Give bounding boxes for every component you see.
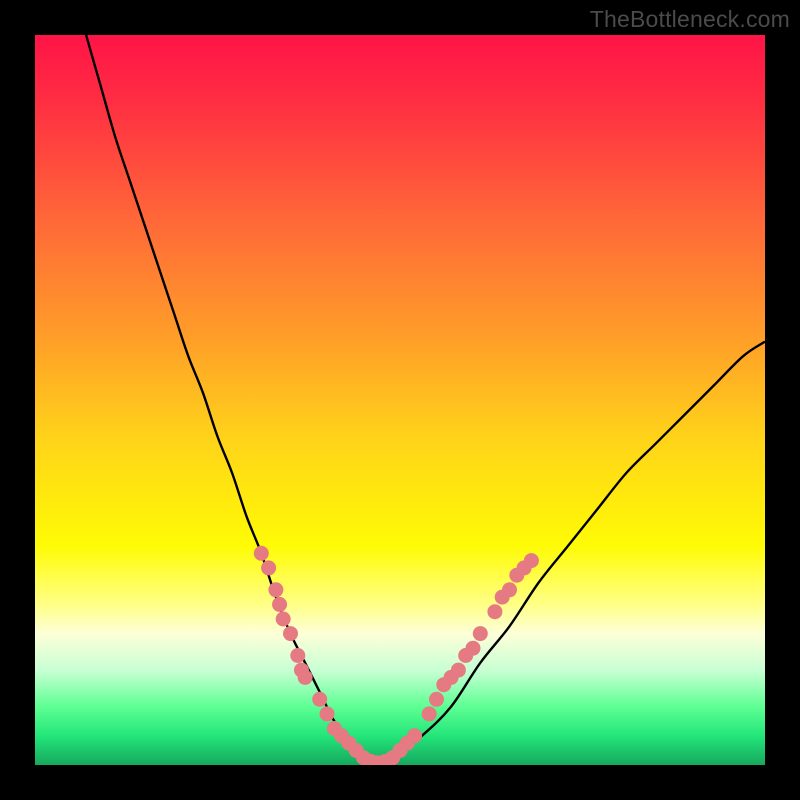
data-marker bbox=[429, 692, 444, 707]
plot-area bbox=[35, 35, 765, 765]
data-marker bbox=[283, 626, 298, 641]
bottleneck-curve bbox=[86, 35, 765, 765]
marker-group bbox=[254, 546, 539, 765]
data-marker bbox=[261, 560, 276, 575]
data-marker bbox=[254, 546, 269, 561]
data-marker bbox=[487, 604, 502, 619]
watermark-text: TheBottleneck.com bbox=[590, 6, 790, 33]
data-marker bbox=[312, 692, 327, 707]
data-marker bbox=[298, 670, 313, 685]
curve-line bbox=[86, 35, 765, 765]
data-marker bbox=[407, 728, 422, 743]
data-marker bbox=[466, 641, 481, 656]
data-marker bbox=[268, 582, 283, 597]
data-marker bbox=[502, 582, 517, 597]
data-marker bbox=[290, 648, 305, 663]
data-marker bbox=[473, 626, 488, 641]
chart-svg bbox=[35, 35, 765, 765]
chart-frame: TheBottleneck.com bbox=[0, 0, 800, 800]
data-marker bbox=[422, 706, 437, 721]
data-marker bbox=[272, 597, 287, 612]
data-marker bbox=[320, 706, 335, 721]
data-marker bbox=[276, 612, 291, 627]
data-marker bbox=[451, 663, 466, 678]
data-marker bbox=[524, 553, 539, 568]
